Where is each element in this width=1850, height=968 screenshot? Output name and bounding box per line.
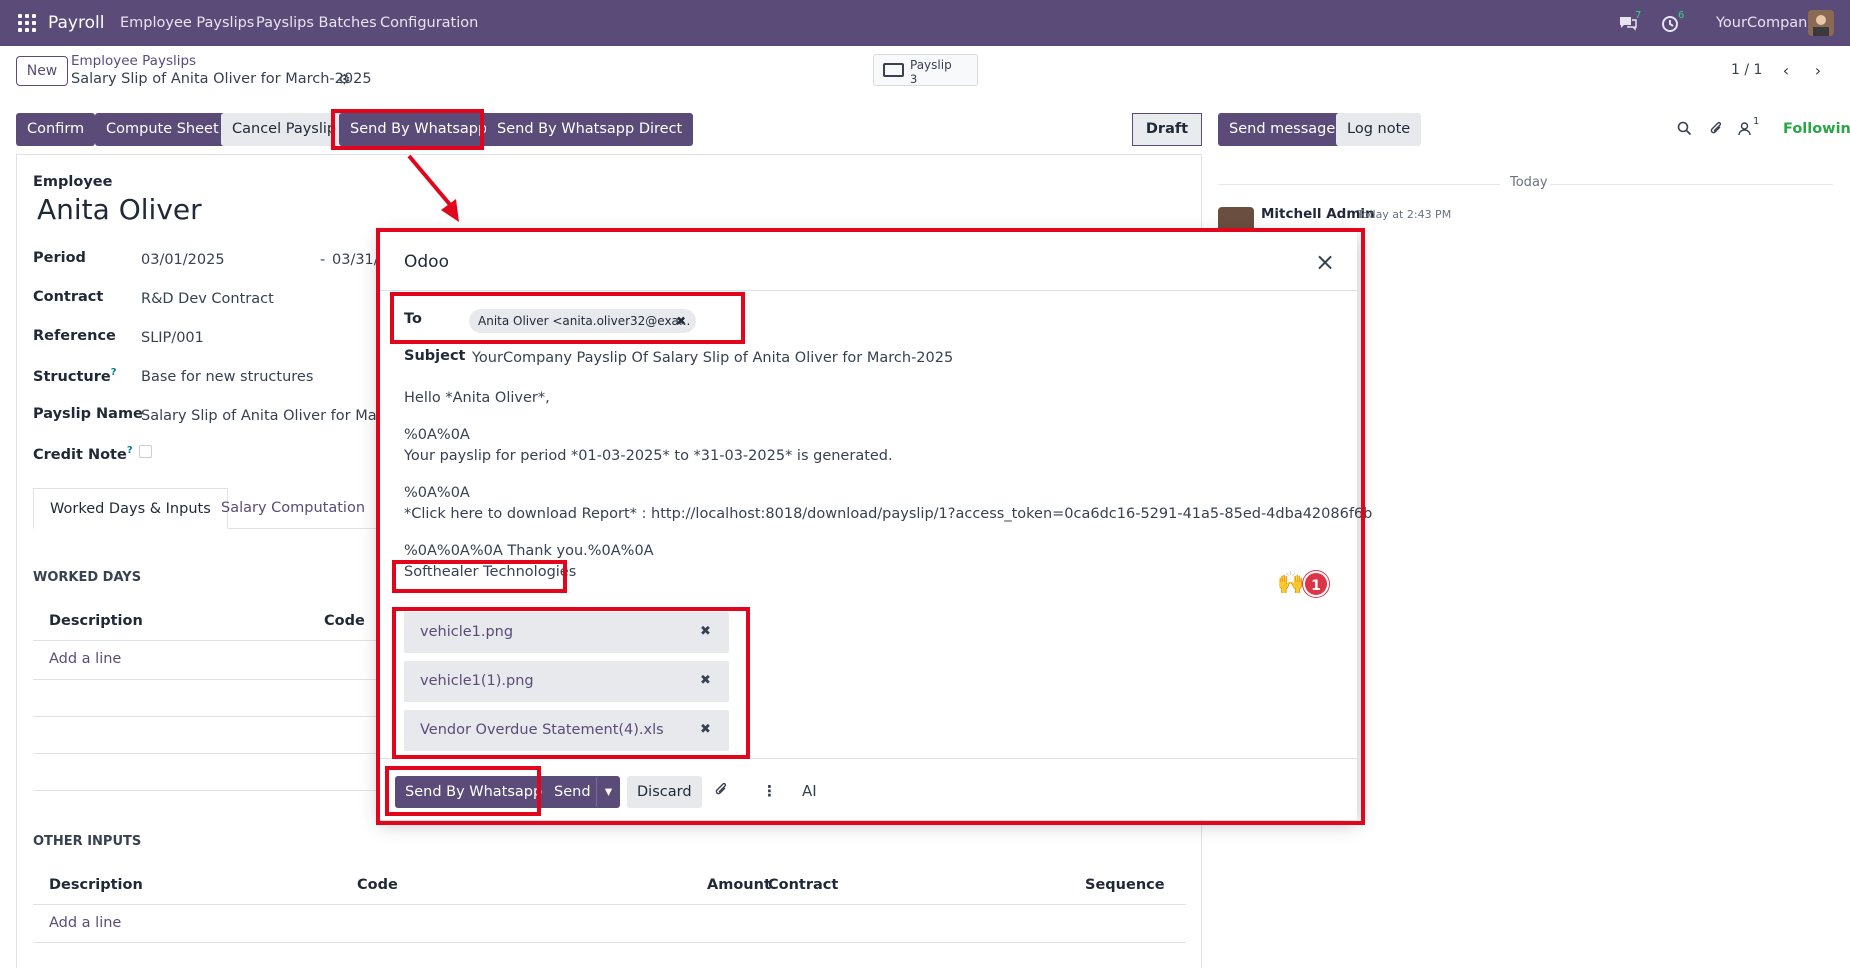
reference-value[interactable]: SLIP/001 — [141, 330, 204, 346]
date-divider-line — [1218, 184, 1500, 185]
chevron-left-icon[interactable]: ‹ — [1771, 56, 1801, 86]
menu-configuration[interactable]: Configuration — [380, 15, 478, 31]
other-inputs-title: OTHER INPUTS — [33, 834, 142, 849]
menu-payslips-batches[interactable]: Payslips Batches — [256, 15, 377, 31]
period-from[interactable]: 03/01/2025 — [141, 252, 225, 268]
payslip-name-label: Payslip Name — [33, 406, 143, 422]
money-icon — [883, 63, 904, 77]
other-inputs-col-contract: Contract — [768, 877, 839, 893]
annotation-box-attachments — [392, 607, 750, 759]
period-to[interactable]: 03/31/ — [332, 252, 379, 268]
following-button[interactable]: Following — [1783, 121, 1850, 137]
divider — [33, 904, 1186, 905]
reference-label: Reference — [33, 328, 116, 344]
other-inputs-col-amount: Amount — [707, 877, 771, 893]
annotation-box-signature — [392, 560, 567, 593]
period-label: Period — [33, 250, 86, 266]
worked-days-add-line[interactable]: Add a line — [49, 651, 121, 667]
app-name[interactable]: Payroll — [48, 13, 104, 33]
search-icon[interactable] — [1677, 121, 1692, 140]
period-separator: - — [320, 252, 326, 268]
message-time: Today at 2:43 PM — [1357, 208, 1452, 221]
log-note-button[interactable]: Log note — [1336, 113, 1422, 146]
employee-name[interactable]: Anita Oliver — [37, 193, 202, 226]
help-icon[interactable]: ? — [111, 367, 117, 378]
followers-count: 1 — [1753, 116, 1760, 127]
annotation-box-send-whatsapp-dialog — [385, 766, 541, 816]
contract-label: Contract — [33, 289, 104, 305]
worked-days-title: WORKED DAYS — [33, 570, 142, 585]
user-avatar[interactable] — [1808, 10, 1834, 36]
send-by-whatsapp-direct-button[interactable]: Send By Whatsapp Direct — [486, 113, 694, 146]
worked-days-col-code: Code — [324, 613, 365, 629]
top-navbar: Payroll Employee Payslips Payslips Batch… — [0, 0, 1850, 46]
paperclip-icon[interactable] — [1709, 121, 1724, 140]
followers-icon[interactable] — [1737, 121, 1752, 140]
other-inputs-col-code: Code — [357, 877, 398, 893]
credit-note-checkbox[interactable] — [139, 445, 152, 458]
send-message-button[interactable]: Send message — [1218, 113, 1347, 146]
other-inputs-add-line[interactable]: Add a line — [49, 915, 121, 931]
other-inputs-col-description: Description — [49, 877, 143, 893]
smart-button-count: 3 — [910, 72, 918, 86]
pager-value[interactable]: 1 / 1 — [1731, 62, 1762, 78]
structure-label: Structure? — [33, 367, 117, 385]
employee-label: Employee — [33, 174, 113, 190]
apps-grid-icon[interactable] — [18, 14, 36, 32]
tab-worked-days-inputs[interactable]: Worked Days & Inputs — [33, 488, 228, 529]
payslip-smart-button[interactable]: Payslip 3 — [873, 54, 978, 86]
company-switcher[interactable]: YourCompany — [1716, 15, 1816, 31]
messages-count: 7 — [1635, 10, 1642, 21]
annotation-box-recipient — [390, 292, 745, 344]
date-divider-line — [1550, 184, 1833, 185]
smart-button-label: Payslip — [910, 58, 952, 72]
payslip-name-value[interactable]: Salary Slip of Anita Oliver for March-2 — [141, 408, 414, 424]
divider — [33, 942, 1186, 943]
confirm-button[interactable]: Confirm — [16, 113, 96, 146]
contract-value[interactable]: R&D Dev Contract — [141, 291, 274, 307]
status-draft[interactable]: Draft — [1132, 113, 1202, 146]
other-inputs-col-sequence: Sequence — [1085, 877, 1165, 893]
breadcrumb-parent[interactable]: Employee Payslips — [71, 53, 196, 69]
structure-value[interactable]: Base for new structures — [141, 369, 313, 385]
menu-employee-payslips[interactable]: Employee Payslips — [120, 15, 254, 31]
new-button[interactable]: New — [16, 56, 68, 86]
gear-icon[interactable]: ⚙ — [338, 72, 351, 88]
tab-salary-computation[interactable]: Salary Computation — [205, 488, 381, 529]
annotation-box-send-whatsapp — [331, 109, 484, 150]
activities-count: 6 — [1678, 10, 1685, 21]
breadcrumb-current: Salary Slip of Anita Oliver for March-20… — [71, 71, 372, 87]
help-icon[interactable]: ? — [127, 445, 133, 456]
compute-sheet-button[interactable]: Compute Sheet — [95, 113, 230, 146]
cancel-payslip-button[interactable]: Cancel Payslip — [221, 113, 348, 146]
date-separator: Today — [1510, 175, 1548, 190]
credit-note-label: Credit Note? — [33, 445, 133, 463]
chevron-right-icon[interactable]: › — [1803, 56, 1833, 86]
worked-days-col-description: Description — [49, 613, 143, 629]
